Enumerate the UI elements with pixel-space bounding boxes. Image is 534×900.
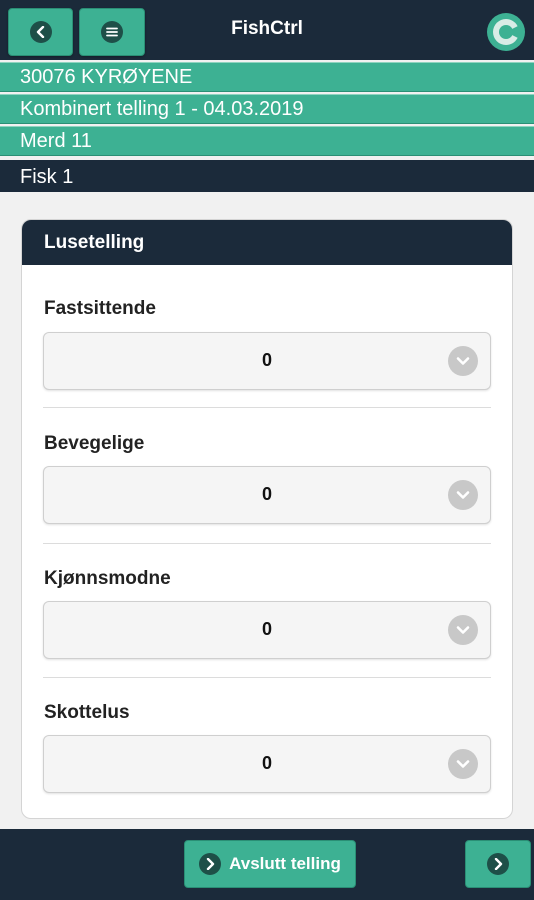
divider <box>43 543 491 544</box>
bottom-bar: Avslutt telling <box>0 829 534 900</box>
bevegelige-select[interactable]: 0 <box>43 466 491 524</box>
next-button[interactable] <box>465 840 531 888</box>
chevron-down-icon <box>448 615 478 645</box>
breadcrumb-count[interactable]: Kombinert telling 1 - 04.03.2019 <box>0 94 534 124</box>
divider <box>43 677 491 678</box>
kjonnsmodne-select[interactable]: 0 <box>43 601 491 659</box>
breadcrumb-fish: Fisk 1 <box>0 160 534 192</box>
breadcrumb-pen[interactable]: Merd 11 <box>0 126 534 156</box>
finish-count-label: Avslutt telling <box>229 854 341 873</box>
chevron-right-icon <box>487 853 509 875</box>
select-value: 0 <box>261 753 272 773</box>
top-bar: FishCtrl <box>0 0 534 60</box>
field-label-kjonnsmodne: Kjønnsmodne <box>44 568 171 589</box>
field-label-fastsittende: Fastsittende <box>44 298 156 319</box>
select-value: 0 <box>261 350 272 370</box>
divider <box>43 407 491 408</box>
field-label-bevegelige: Bevegelige <box>44 433 145 454</box>
lice-count-card: Lusetelling Fastsittende 0 Bevegelige 0 … <box>21 219 513 819</box>
chevron-right-icon <box>199 853 222 875</box>
field-label-skottelus: Skottelus <box>44 702 130 723</box>
select-value: 0 <box>261 484 272 504</box>
finish-count-button[interactable]: Avslutt telling <box>184 840 356 888</box>
fastsittende-select[interactable]: 0 <box>43 332 491 390</box>
fishctrl-logo-icon[interactable] <box>486 12 526 52</box>
chevron-down-icon <box>448 480 478 510</box>
breadcrumb-site[interactable]: 30076 KYRØYENE <box>0 62 534 92</box>
skottelus-select[interactable]: 0 <box>43 735 491 793</box>
select-value: 0 <box>261 619 272 639</box>
chevron-down-icon <box>448 749 478 779</box>
card-title: Lusetelling <box>22 220 512 265</box>
app-title: FishCtrl <box>231 18 303 39</box>
chevron-down-icon <box>448 346 478 376</box>
